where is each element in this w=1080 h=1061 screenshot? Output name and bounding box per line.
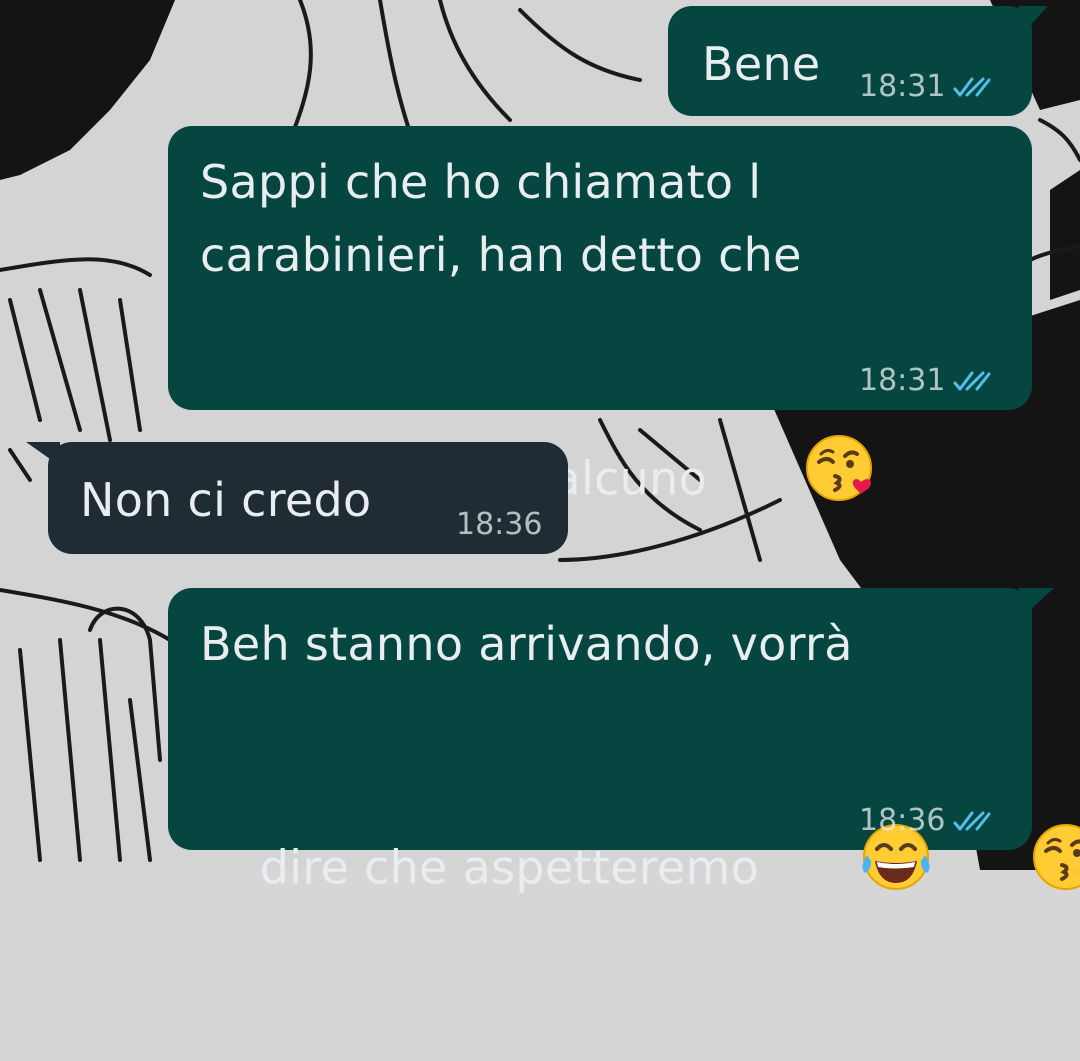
face-blowing-a-kiss-icon [943,749,1080,985]
message-meta: 18:31 [859,364,991,398]
double-check-read-icon [953,370,991,392]
message-meta: 18:36 [456,508,542,542]
face-blowing-a-kiss-icon [715,360,877,596]
message-text-line-2: carabinieri, han detto che [200,228,802,282]
double-check-read-icon [953,76,991,98]
message-text-line-1: Beh stanno arrivando, vorrà [200,617,853,671]
message-time: 18:36 [859,803,946,838]
face-with-tears-of-joy-icon [767,749,935,985]
double-check-read-icon [953,810,991,832]
message-text: Bene [702,37,821,91]
message-time: 18:31 [859,69,946,104]
bubble-tail-icon [1018,6,1048,28]
message-bubble-outgoing-3[interactable]: Beh stanno arrivando, vorrà dire che asp… [168,588,1080,895]
message-text-line-2: dire che aspetteremo [200,681,1080,1061]
message-meta: 18:31 [859,70,991,104]
message-bubble-outgoing-1[interactable]: Bene 18:31 [668,6,1032,116]
message-time: 18:31 [859,363,946,398]
message-meta: 18:36 [859,804,991,838]
message-bubble-outgoing-2[interactable]: Sappi che ho chiamato l carabinieri, han… [168,126,1032,506]
message-bubble-incoming-1[interactable]: Non ci credo 18:36 [48,442,568,554]
message-text-line-2-words: dire che aspetteremo [259,840,760,895]
message-time: 18:36 [456,507,543,542]
bubble-tail-icon [1018,588,1054,612]
message-text: Non ci credo [80,473,372,527]
bubble-tail-icon [26,442,60,466]
message-text-line-1: Sappi che ho chiamato l [200,155,762,209]
